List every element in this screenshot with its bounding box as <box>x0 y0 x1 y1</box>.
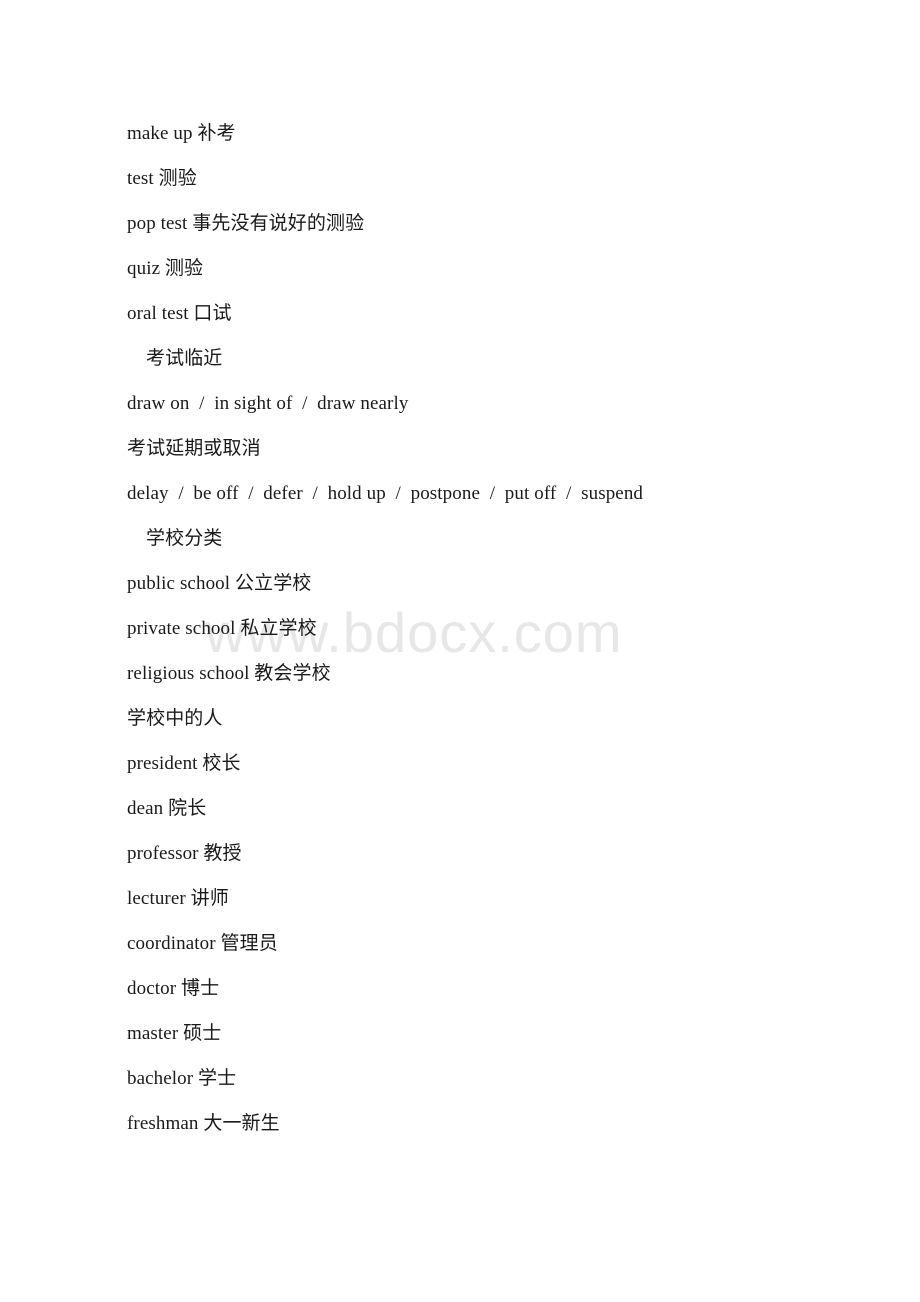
vocabulary-line: lecturer 讲师 <box>127 888 229 909</box>
vocabulary-line: public school 公立学校 <box>127 573 312 594</box>
vocabulary-line: 考试延期或取消 <box>127 438 261 459</box>
vocabulary-line: freshman 大一新生 <box>127 1113 280 1134</box>
vocabulary-line: bachelor 学士 <box>127 1068 237 1089</box>
vocabulary-line: quiz 测验 <box>127 258 204 279</box>
document-page: www.bdocx.com make up 补考 test 测验 pop test … <box>0 0 920 1302</box>
vocabulary-line: president 校长 <box>127 753 241 774</box>
section-heading: 考试临近 <box>146 348 223 369</box>
vocabulary-line: dean 院长 <box>127 798 207 819</box>
vocabulary-line: draw on / in sight of / draw nearly <box>127 393 409 414</box>
vocabulary-line: pop test 事先没有说好的测验 <box>127 213 365 234</box>
vocabulary-line: doctor 博士 <box>127 978 220 999</box>
vocabulary-line: 学校中的人 <box>127 708 223 729</box>
document-body: make up 补考 test 测验 pop test 事先没有说好的测验 quiz … <box>0 0 920 1133</box>
vocabulary-line: coordinator 管理员 <box>127 933 278 954</box>
vocabulary-line: master 硕士 <box>127 1023 222 1044</box>
vocabulary-line: delay / be off / defer / hold up / postp… <box>127 483 644 504</box>
vocabulary-line: private school 私立学校 <box>127 618 317 639</box>
vocabulary-line: make up 补考 <box>127 123 236 144</box>
vocabulary-line: religious school 教会学校 <box>127 663 331 684</box>
vocabulary-line: professor 教授 <box>127 843 242 864</box>
vocabulary-line: test 测验 <box>127 168 197 189</box>
vocabulary-line: oral test 口试 <box>127 303 232 324</box>
section-heading: 学校分类 <box>146 528 223 549</box>
